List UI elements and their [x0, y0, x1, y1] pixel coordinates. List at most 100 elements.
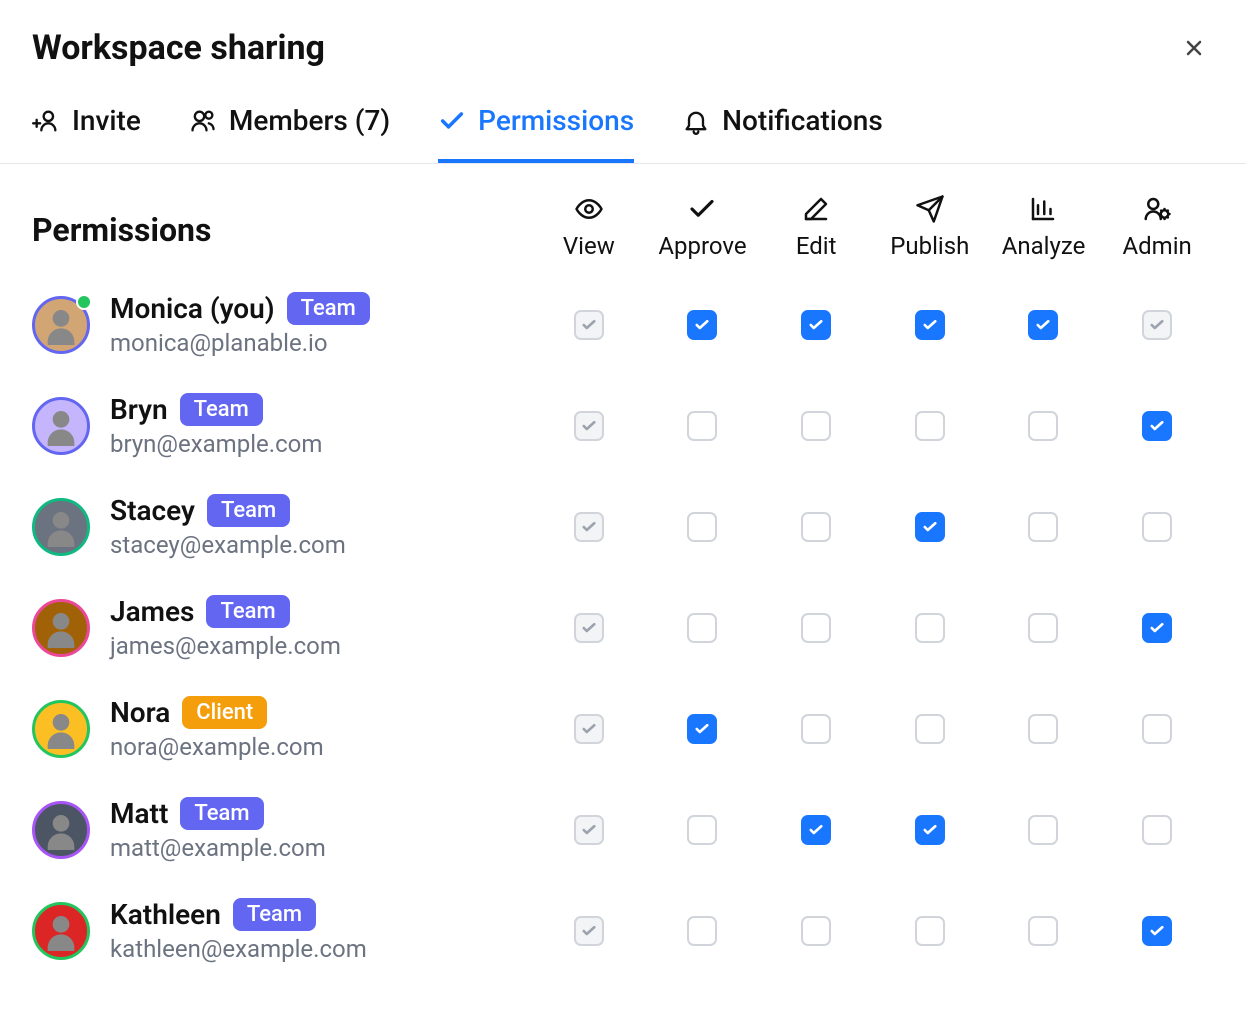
- permission-checkbox-publish[interactable]: [915, 613, 945, 643]
- permission-checkbox-admin[interactable]: [1142, 815, 1172, 845]
- member-row: Nora Client nora@example.com: [32, 678, 532, 779]
- column-header-approve: Approve: [646, 194, 760, 274]
- member-row: MattTeammatt@example.com: [32, 779, 532, 880]
- column-header-view: View: [532, 194, 646, 274]
- permission-checkbox-edit[interactable]: [801, 512, 831, 542]
- permission-checkbox-analyze[interactable]: [1028, 916, 1058, 946]
- member-name: Kathleen: [110, 898, 221, 931]
- close-icon: [1182, 36, 1206, 60]
- member-name: James: [110, 595, 194, 628]
- permission-checkbox-admin: [1142, 310, 1172, 340]
- online-indicator: [76, 294, 92, 310]
- member-email: stacey@example.com: [110, 531, 346, 559]
- permission-checkbox-edit[interactable]: [801, 613, 831, 643]
- permission-checkbox-view: [574, 512, 604, 542]
- member-row: StaceyTeamstacey@example.com: [32, 476, 532, 577]
- permission-checkbox-view: [574, 815, 604, 845]
- permission-checkbox-edit[interactable]: [801, 310, 831, 340]
- admin-icon: [1100, 194, 1214, 224]
- permission-checkbox-admin[interactable]: [1142, 613, 1172, 643]
- permission-checkbox-approve[interactable]: [687, 613, 717, 643]
- tab-label: Members (7): [229, 104, 390, 137]
- tab-members[interactable]: Members (7): [189, 104, 390, 163]
- permission-checkbox-analyze[interactable]: [1028, 411, 1058, 441]
- permission-checkbox-analyze[interactable]: [1028, 714, 1058, 744]
- analyze-icon: [987, 194, 1101, 224]
- permission-checkbox-view: [574, 916, 604, 946]
- permission-checkbox-analyze[interactable]: [1028, 310, 1058, 340]
- tab-invite[interactable]: Invite: [32, 104, 141, 163]
- role-badge: Client: [182, 696, 267, 729]
- role-badge: Team: [287, 292, 370, 325]
- permission-checkbox-view: [574, 310, 604, 340]
- member-email: monica@planable.io: [110, 329, 370, 357]
- tab-label: Invite: [72, 104, 141, 137]
- permission-checkbox-approve[interactable]: [687, 310, 717, 340]
- member-row: Monica (you) Team monica@planable.io: [32, 274, 532, 375]
- member-email: bryn@example.com: [110, 430, 322, 458]
- member-row: JamesTeamjames@example.com: [32, 577, 532, 678]
- permission-checkbox-publish[interactable]: [915, 411, 945, 441]
- permission-checkbox-analyze[interactable]: [1028, 613, 1058, 643]
- member-row: Kathleen Team kathleen@example.com: [32, 880, 532, 981]
- avatar[interactable]: [32, 599, 90, 657]
- member-name: Matt: [110, 797, 168, 830]
- avatar[interactable]: [32, 498, 90, 556]
- column-label: Edit: [759, 232, 873, 260]
- avatar[interactable]: [32, 801, 90, 859]
- permission-checkbox-publish[interactable]: [915, 815, 945, 845]
- column-label: Admin: [1100, 232, 1214, 260]
- column-header-edit: Edit: [759, 194, 873, 274]
- tab-notifications[interactable]: Notifications: [682, 104, 883, 163]
- permission-checkbox-analyze[interactable]: [1028, 512, 1058, 542]
- avatar[interactable]: [32, 397, 90, 455]
- role-badge: Team: [233, 898, 316, 931]
- section-title: Permissions: [32, 211, 532, 249]
- permission-checkbox-approve[interactable]: [687, 916, 717, 946]
- view-icon: [532, 194, 646, 224]
- column-header-admin: Admin: [1100, 194, 1214, 274]
- check-icon: [438, 107, 466, 135]
- member-name: Bryn: [110, 393, 168, 426]
- avatar[interactable]: [32, 700, 90, 758]
- permission-checkbox-edit[interactable]: [801, 714, 831, 744]
- permission-checkbox-view: [574, 613, 604, 643]
- edit-icon: [759, 194, 873, 224]
- user-plus-icon: [32, 107, 60, 135]
- users-icon: [189, 107, 217, 135]
- close-button[interactable]: [1174, 28, 1214, 68]
- member-email: james@example.com: [110, 632, 341, 660]
- permission-checkbox-admin[interactable]: [1142, 714, 1172, 744]
- permission-checkbox-analyze[interactable]: [1028, 815, 1058, 845]
- member-row: Bryn Team bryn@example.com: [32, 375, 532, 476]
- permission-checkbox-edit[interactable]: [801, 815, 831, 845]
- permission-checkbox-admin[interactable]: [1142, 411, 1172, 441]
- member-email: kathleen@example.com: [110, 935, 367, 963]
- permission-checkbox-admin[interactable]: [1142, 512, 1172, 542]
- member-name: Nora: [110, 696, 170, 729]
- permission-checkbox-edit[interactable]: [801, 916, 831, 946]
- permission-checkbox-approve[interactable]: [687, 411, 717, 441]
- column-header-analyze: Analyze: [987, 194, 1101, 274]
- permission-checkbox-publish[interactable]: [915, 916, 945, 946]
- permission-checkbox-publish[interactable]: [915, 310, 945, 340]
- avatar[interactable]: [32, 902, 90, 960]
- role-badge: Team: [180, 393, 263, 426]
- role-badge: Team: [180, 797, 263, 830]
- column-label: View: [532, 232, 646, 260]
- permission-checkbox-edit[interactable]: [801, 411, 831, 441]
- permission-checkbox-publish[interactable]: [915, 512, 945, 542]
- permission-checkbox-approve[interactable]: [687, 815, 717, 845]
- permission-checkbox-view: [574, 714, 604, 744]
- permission-checkbox-admin[interactable]: [1142, 916, 1172, 946]
- role-badge: Team: [207, 494, 290, 527]
- permission-checkbox-publish[interactable]: [915, 714, 945, 744]
- member-name: Monica (you): [110, 292, 275, 325]
- member-email: nora@example.com: [110, 733, 324, 761]
- bell-icon: [682, 107, 710, 135]
- tab-label: Permissions: [478, 104, 634, 137]
- permission-checkbox-approve[interactable]: [687, 714, 717, 744]
- tab-permissions[interactable]: Permissions: [438, 104, 634, 163]
- permission-checkbox-approve[interactable]: [687, 512, 717, 542]
- column-label: Approve: [646, 232, 760, 260]
